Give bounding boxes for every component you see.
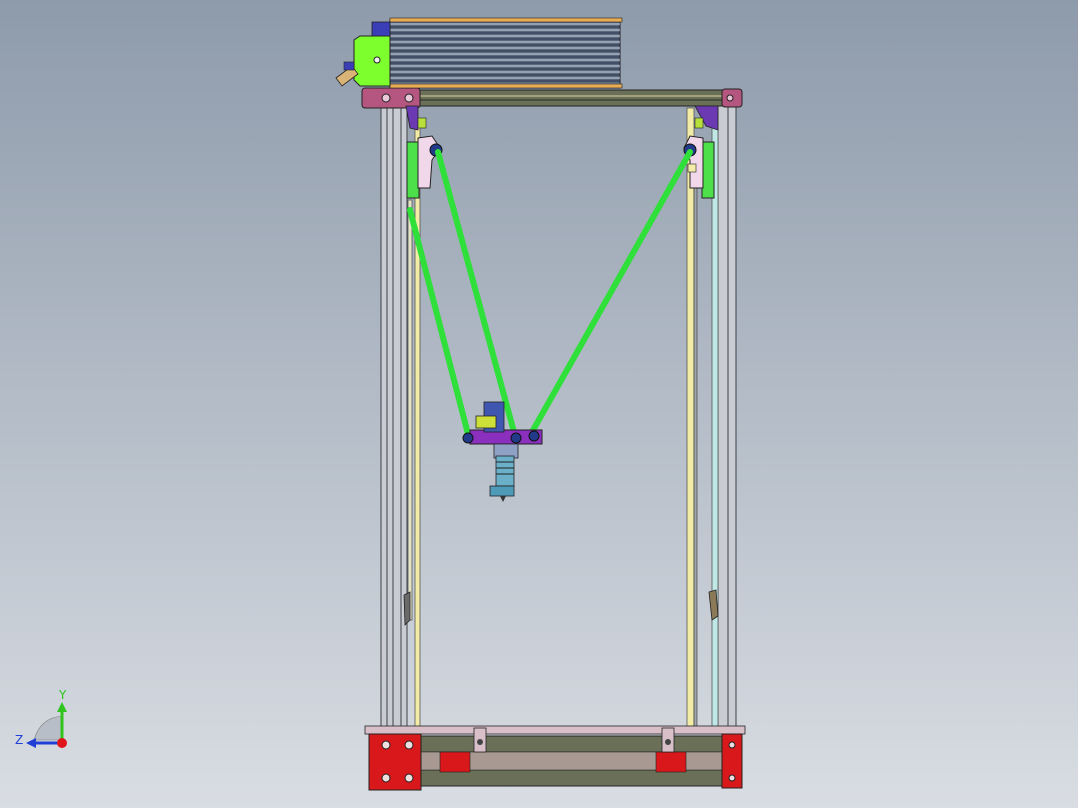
x-axis-marker [57,738,67,748]
spool-holder-bracket [353,35,391,87]
z-axis-label: Z [15,733,23,747]
viewport-background [0,0,1078,808]
y-axis-label: Y [58,688,67,702]
filament-spool[interactable] [335,17,623,89]
base-frame[interactable] [364,725,746,791]
cad-viewport[interactable]: Y Z [0,0,1078,808]
